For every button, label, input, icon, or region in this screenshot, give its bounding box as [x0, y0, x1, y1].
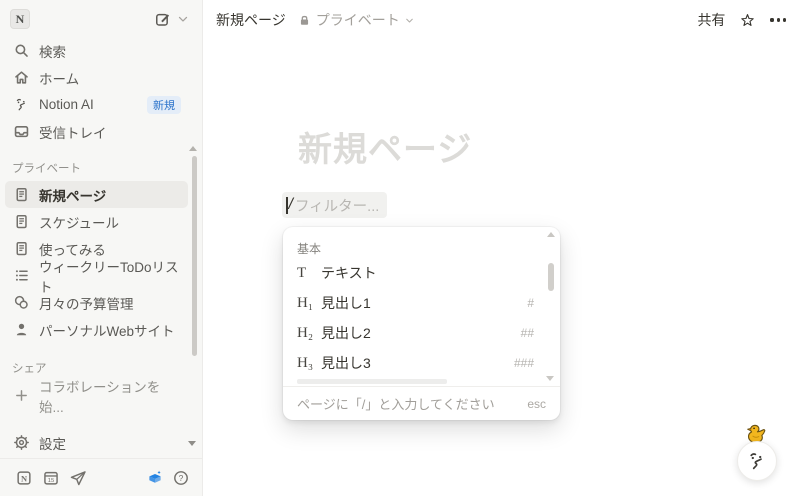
- sidebar-item-weekly-todo[interactable]: ウィークリーToDoリスト: [5, 260, 188, 295]
- section-private-label: プライベート: [12, 163, 81, 175]
- new-badge: 新規: [147, 95, 181, 114]
- sidebar-item-label: ホーム: [39, 71, 80, 87]
- typed-slash: /: [288, 196, 293, 213]
- compose-icon: [154, 11, 171, 28]
- menu-scroll-down-arrow[interactable]: [546, 376, 554, 381]
- home-icon: [12, 69, 30, 87]
- menu-footer-esc: esc: [527, 396, 546, 411]
- sidebar-item-label: Notion AI: [39, 97, 94, 112]
- sidebar-item-label: 月々の予算管理: [39, 296, 134, 312]
- sidebar-item-label: コラボレーションを始...: [39, 379, 161, 415]
- inbox-icon: [12, 123, 30, 141]
- sidebar-item-label: パーソナルWebサイト: [39, 323, 175, 339]
- help-button[interactable]: ?: [169, 466, 193, 490]
- page-icon: [12, 186, 30, 204]
- sidebar-item-label: 新規ページ: [39, 188, 107, 204]
- sidebar-scrollbar[interactable]: [192, 156, 197, 356]
- menu-item-heading3[interactable]: H₃ 見出し3 ###: [288, 348, 543, 378]
- gear-icon: [12, 434, 30, 452]
- app-window: N 検索 ホーム Notion AI 新規 受信トレイ プライベート 新規ページ…: [0, 0, 800, 496]
- clipped-menu-row: [297, 379, 447, 384]
- heading2-icon: H₂: [297, 324, 314, 341]
- menu-scroll-up-arrow[interactable]: [547, 232, 555, 237]
- text-caret: [286, 196, 288, 214]
- templates-button[interactable]: [143, 466, 167, 490]
- privacy-dropdown[interactable]: プライベート: [298, 10, 415, 30]
- text-block-icon: T: [297, 264, 307, 281]
- notion-ai-face-icon: [12, 96, 30, 114]
- slash-menu-scroll-area: 基本 T テキスト H₁ 見出し1 # H₂ 見出し2 ## H₃ 見出し3 #…: [283, 227, 560, 386]
- sidebar-item-notion-ai[interactable]: Notion AI 新規: [5, 91, 188, 118]
- menu-section-basic: 基本: [297, 242, 322, 256]
- sidebar-item-budget[interactable]: 月々の予算管理: [5, 289, 188, 316]
- slash-menu-footer: ページに「/」と入力してください esc: [283, 386, 560, 420]
- sidebar-item-start-collaboration[interactable]: コラボレーションを始...: [5, 380, 188, 415]
- calendar-icon: 15: [42, 469, 60, 487]
- question-mark-icon: ?: [172, 469, 190, 487]
- menu-item-text[interactable]: T テキスト: [288, 258, 543, 288]
- gift-box-icon: [146, 469, 164, 487]
- menu-scrollbar[interactable]: [548, 263, 554, 291]
- menu-item-heading1[interactable]: H₁ 見出し1 #: [288, 288, 543, 318]
- paper-plane-icon: [69, 469, 87, 487]
- sidebar-item-schedule[interactable]: スケジュール: [5, 208, 188, 235]
- svg-text:15: 15: [48, 478, 55, 484]
- calendar-button[interactable]: 15: [39, 466, 63, 490]
- section-share-label: シェア: [12, 363, 47, 375]
- sidebar-item-settings[interactable]: 設定: [5, 429, 188, 456]
- sidebar: N 検索 ホーム Notion AI 新規 受信トレイ プライベート 新規ページ…: [0, 0, 203, 496]
- coins-icon: [12, 294, 30, 312]
- sidebar-footer-divider: [0, 458, 203, 459]
- topbar: 新規ページ プライベート 共有: [204, 0, 800, 40]
- person-icon: [12, 321, 30, 339]
- invite-members-button[interactable]: [66, 466, 90, 490]
- workspace-switcher-chevron[interactable]: [176, 12, 192, 28]
- favorite-star-icon[interactable]: [739, 12, 756, 29]
- sidebar-item-label: 検索: [39, 44, 66, 60]
- page-icon: [12, 213, 30, 231]
- new-page-compose-button[interactable]: [151, 8, 173, 30]
- sidebar-scroll-up-arrow[interactable]: [189, 146, 197, 151]
- menu-item-heading2[interactable]: H₂ 見出し2 ##: [288, 318, 543, 348]
- chevron-down-icon: [404, 15, 415, 26]
- chevron-down-icon: [176, 12, 192, 26]
- notion-ai-floating-button[interactable]: [737, 441, 777, 481]
- page-title-placeholder[interactable]: 新規ページ: [298, 122, 472, 171]
- slash-filter-placeholder: フィルター...: [294, 198, 380, 215]
- breadcrumb-page-title[interactable]: 新規ページ: [216, 10, 286, 30]
- svg-text:N: N: [21, 473, 27, 483]
- notion-ai-face-icon: [745, 449, 769, 473]
- heading3-icon: H₃: [297, 354, 314, 371]
- slash-command-input[interactable]: / フィルター...: [282, 192, 388, 218]
- heading1-icon: H₁: [297, 294, 314, 311]
- notion-app-button[interactable]: N: [12, 466, 36, 490]
- svg-text:?: ?: [179, 473, 184, 483]
- workspace-logo[interactable]: N: [10, 9, 30, 29]
- menu-footer-hint: ページに「/」と入力してください: [297, 397, 495, 412]
- notion-logo-icon: N: [15, 469, 33, 487]
- sidebar-item-label: スケジュール: [39, 215, 120, 231]
- sidebar-item-label: 設定: [39, 436, 66, 452]
- sidebar-header: N: [0, 6, 203, 34]
- privacy-label: プライベート: [315, 12, 400, 28]
- sidebar-item-inbox[interactable]: 受信トレイ: [5, 118, 188, 145]
- plus-icon: [12, 387, 30, 405]
- sidebar-scroll-down-arrow[interactable]: [188, 441, 196, 446]
- sidebar-item-search[interactable]: 検索: [5, 37, 188, 64]
- sidebar-item-new-page[interactable]: 新規ページ: [5, 181, 188, 208]
- sidebar-item-personal-website[interactable]: パーソナルWebサイト: [5, 316, 188, 343]
- page-icon: [12, 240, 30, 258]
- slash-command-menu: 基本 T テキスト H₁ 見出し1 # H₂ 見出し2 ## H₃ 見出し3 #…: [283, 227, 560, 420]
- search-icon: [12, 42, 30, 60]
- bulleted-list-icon: [12, 267, 30, 285]
- sidebar-item-label: 受信トレイ: [39, 125, 107, 141]
- lock-icon: [298, 14, 311, 27]
- sidebar-item-home[interactable]: ホーム: [5, 64, 188, 91]
- more-options-icon[interactable]: [770, 18, 786, 22]
- share-button[interactable]: 共有: [697, 10, 725, 30]
